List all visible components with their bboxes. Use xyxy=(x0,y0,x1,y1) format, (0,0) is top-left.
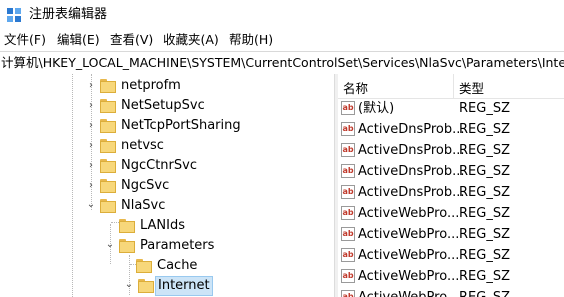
string-value-icon: ab xyxy=(341,227,355,241)
address-bar[interactable]: 计算机\HKEY_LOCAL_MACHINE\SYSTEM\CurrentCon… xyxy=(0,51,564,75)
list-row[interactable]: ab ActiveDnsProb... REG_SZ xyxy=(338,182,564,203)
string-value-icon: ab xyxy=(341,164,355,178)
folder-open-icon xyxy=(138,279,154,293)
tree-node-nettcpportsharing[interactable]: › NetTcpPortSharing xyxy=(0,116,334,136)
value-type: REG_SZ xyxy=(459,269,510,284)
menu-view[interactable]: 查看(V) xyxy=(110,32,153,48)
list-row[interactable]: ab ActiveWebPro... REG_SZ xyxy=(338,203,564,224)
string-value-icon: ab xyxy=(341,290,355,297)
string-value-icon: ab xyxy=(341,122,355,136)
folder-icon xyxy=(100,79,116,93)
value-name[interactable]: ActiveWebPro... xyxy=(358,224,459,245)
value-type: REG_SZ xyxy=(459,122,510,137)
value-type: REG_SZ xyxy=(459,164,510,179)
menu-bar: 文件(F) 编辑(E) 查看(V) 收藏夹(A) 帮助(H) xyxy=(0,30,564,50)
string-value-icon: ab xyxy=(341,143,355,157)
value-name[interactable]: ActiveDnsProb... xyxy=(358,161,465,182)
list-row[interactable]: ab ActiveWebPro... REG_SZ xyxy=(338,224,564,245)
address-path[interactable]: 计算机\HKEY_LOCAL_MACHINE\SYSTEM\CurrentCon… xyxy=(0,55,564,70)
value-name[interactable]: ActiveDnsProb... xyxy=(358,119,465,140)
tree-node-ngcsvc[interactable]: › NgcSvc xyxy=(0,176,334,196)
tree-pane[interactable]: › netprofm › NetSetupSvc › NetTcpPortSha… xyxy=(0,74,334,297)
tree-node-internet[interactable]: ⌄ Internet xyxy=(0,276,334,296)
expand-chevron-icon[interactable]: › xyxy=(86,121,96,131)
expand-chevron-icon[interactable]: › xyxy=(86,141,96,151)
tree-node-label[interactable]: NgcSvc xyxy=(121,176,169,196)
string-value-icon: ab xyxy=(341,101,355,115)
value-name[interactable]: ActiveDnsProb... xyxy=(358,182,465,203)
tree-node-label-selected[interactable]: Internet xyxy=(155,276,213,296)
value-name[interactable]: (默认) xyxy=(358,98,394,119)
tree-node-netsetupsvc[interactable]: › NetSetupSvc xyxy=(0,96,334,116)
tree-node-label[interactable]: NlaSvc xyxy=(121,196,165,216)
column-header-name[interactable]: 名称 xyxy=(343,78,368,97)
folder-icon xyxy=(100,179,116,193)
value-name[interactable]: ActiveWebPro... xyxy=(358,203,459,224)
values-list-pane[interactable]: 名称 类型 ab (默认) REG_SZ ab ActiveDnsProb...… xyxy=(338,74,564,297)
folder-open-icon xyxy=(119,239,135,253)
value-type: REG_SZ xyxy=(459,287,510,297)
expand-chevron-icon[interactable]: › xyxy=(86,181,96,191)
string-value-icon: ab xyxy=(341,248,355,262)
menu-file[interactable]: 文件(F) xyxy=(4,32,46,48)
value-type: REG_SZ xyxy=(459,143,510,158)
collapse-chevron-icon[interactable]: ⌄ xyxy=(105,240,115,250)
value-type: REG_SZ xyxy=(459,101,510,116)
menu-help[interactable]: 帮助(H) xyxy=(229,32,273,48)
list-header: 名称 类型 xyxy=(338,74,564,99)
column-header-type[interactable]: 类型 xyxy=(459,78,484,97)
tree-node-label[interactable]: NetSetupSvc xyxy=(121,96,205,116)
column-divider[interactable] xyxy=(453,74,454,98)
tree-node-label[interactable]: NetTcpPortSharing xyxy=(121,116,241,136)
folder-icon xyxy=(119,219,135,233)
string-value-icon: ab xyxy=(341,206,355,220)
collapse-chevron-icon[interactable]: ⌄ xyxy=(124,280,134,290)
folder-open-icon xyxy=(100,199,116,213)
tree-node-label[interactable]: Parameters xyxy=(140,236,214,256)
tree-node-netvsc[interactable]: › netvsc xyxy=(0,136,334,156)
window-title: 注册表编辑器 xyxy=(29,7,108,22)
string-value-icon: ab xyxy=(341,185,355,199)
folder-icon xyxy=(100,99,116,113)
value-type: REG_SZ xyxy=(459,185,510,200)
value-name[interactable]: ActiveWebPro... xyxy=(358,245,459,266)
list-row[interactable]: ab ActiveDnsProb... REG_SZ xyxy=(338,119,564,140)
tree-node-label[interactable]: LANIds xyxy=(140,216,185,236)
list-row[interactable]: ab (默认) REG_SZ xyxy=(338,98,564,119)
tree-node-label[interactable]: Cache xyxy=(157,256,197,276)
folder-icon xyxy=(100,159,116,173)
expand-chevron-icon[interactable]: › xyxy=(86,81,96,91)
folder-icon xyxy=(100,139,116,153)
menu-edit[interactable]: 编辑(E) xyxy=(57,32,100,48)
folder-icon xyxy=(100,119,116,133)
tree-node-nlasvc[interactable]: ⌄ NlaSvc xyxy=(0,196,334,216)
title-bar: 注册表编辑器 xyxy=(0,0,564,30)
tree-node-label[interactable]: NgcCtnrSvc xyxy=(121,156,197,176)
tree-node-lanids[interactable]: LANIds xyxy=(0,216,334,236)
tree-node-label[interactable]: netprofm xyxy=(121,76,181,96)
value-type: REG_SZ xyxy=(459,227,510,242)
list-row[interactable]: ab ActiveDnsProb... REG_SZ xyxy=(338,161,564,182)
menu-favorites[interactable]: 收藏夹(A) xyxy=(163,32,219,48)
expand-chevron-icon[interactable]: › xyxy=(86,101,96,111)
tree-node-netprofm[interactable]: › netprofm xyxy=(0,76,334,96)
tree-node-label[interactable]: netvsc xyxy=(121,136,164,156)
folder-icon xyxy=(136,259,152,273)
value-name[interactable]: ActiveDnsProb... xyxy=(358,140,465,161)
list-row[interactable]: ab ActiveWebPro... REG_SZ xyxy=(338,245,564,266)
collapse-chevron-icon[interactable]: ⌄ xyxy=(86,200,96,210)
list-row[interactable]: ab ActiveWebPro... REG_SZ xyxy=(338,266,564,287)
tree-node-parameters[interactable]: ⌄ Parameters xyxy=(0,236,334,256)
expand-chevron-icon[interactable]: › xyxy=(86,161,96,171)
tree-node-ngcctnrsvc[interactable]: › NgcCtnrSvc xyxy=(0,156,334,176)
list-row[interactable]: ab ActiveDnsProb... REG_SZ xyxy=(338,140,564,161)
regedit-icon xyxy=(7,8,21,22)
string-value-icon: ab xyxy=(341,269,355,283)
tree-node-cache[interactable]: Cache xyxy=(0,256,334,276)
value-name[interactable]: ActiveWebPro... xyxy=(358,266,459,287)
value-type: REG_SZ xyxy=(459,206,510,221)
value-name[interactable]: ActiveWebPro... xyxy=(358,287,459,297)
value-type: REG_SZ xyxy=(459,248,510,263)
list-row[interactable]: ab ActiveWebPro... REG_SZ xyxy=(338,287,564,297)
